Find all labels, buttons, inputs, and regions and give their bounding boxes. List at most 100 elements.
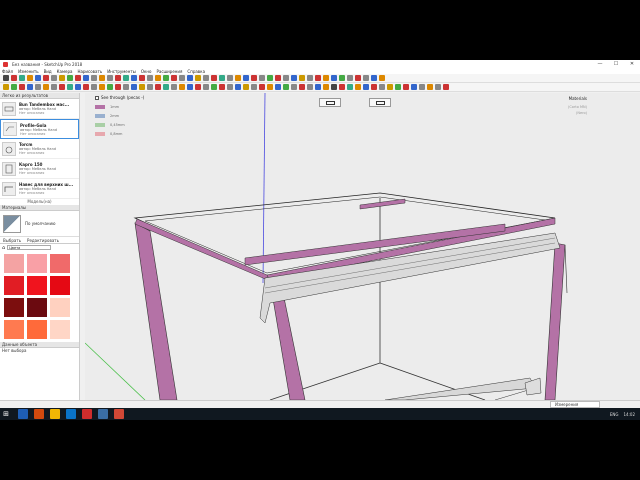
toolbar-tool-icon[interactable] <box>123 75 129 81</box>
toolbar-tool-icon[interactable] <box>187 75 193 81</box>
toolbar-tool-icon[interactable] <box>307 75 313 81</box>
toolbar-tool-icon[interactable] <box>371 84 377 90</box>
menu-edit[interactable]: Изменить <box>18 69 39 74</box>
toolbar-tool-icon[interactable] <box>267 75 273 81</box>
toolbar-tool-icon[interactable] <box>59 75 65 81</box>
toolbar-tool-icon[interactable] <box>355 84 361 90</box>
toolbar-tool-icon[interactable] <box>259 75 265 81</box>
toolbar-tool-icon[interactable] <box>387 84 393 90</box>
toolbar-tool-icon[interactable] <box>131 75 137 81</box>
taskbar-app-icon[interactable] <box>66 409 76 419</box>
toolbar-tool-icon[interactable] <box>411 84 417 90</box>
toolbar-tool-icon[interactable] <box>235 75 241 81</box>
toolbar-tool-icon[interactable] <box>11 84 17 90</box>
color-swatch[interactable] <box>27 276 47 295</box>
toolbar-tool-icon[interactable] <box>243 84 249 90</box>
toolbar-tool-icon[interactable] <box>315 75 321 81</box>
toolbar-tool-icon[interactable] <box>267 84 273 90</box>
toolbar-tool-icon[interactable] <box>211 84 217 90</box>
toolbar-tool-icon[interactable] <box>35 75 41 81</box>
toolbar-tool-icon[interactable] <box>147 84 153 90</box>
toolbar-tool-icon[interactable] <box>275 75 281 81</box>
view-button-1[interactable] <box>319 98 341 107</box>
taskbar-app-icon[interactable] <box>34 409 44 419</box>
toolbar-tool-icon[interactable] <box>19 75 25 81</box>
toolbar-tool-icon[interactable] <box>283 75 289 81</box>
toolbar-tool-icon[interactable] <box>139 84 145 90</box>
color-swatch[interactable] <box>27 298 47 317</box>
measurements-box[interactable]: Измерения <box>550 401 600 408</box>
menu-window[interactable]: Окно <box>141 69 152 74</box>
color-swatch[interactable] <box>4 276 24 295</box>
toolbar-tool-icon[interactable] <box>275 84 281 90</box>
toolbar-tool-icon[interactable] <box>75 84 81 90</box>
color-swatch[interactable] <box>50 298 70 317</box>
toolbar-tool-icon[interactable] <box>155 75 161 81</box>
toolbar-tool-icon[interactable] <box>427 84 433 90</box>
toolbar-tool-icon[interactable] <box>51 75 57 81</box>
toolbar-tool-icon[interactable] <box>171 84 177 90</box>
component-item[interactable]: Карго 150 автор: Мебель Hand Нет описани… <box>0 159 79 179</box>
toolbar-tool-icon[interactable] <box>67 75 73 81</box>
toolbar-tool-icon[interactable] <box>35 84 41 90</box>
toolbar-tool-icon[interactable] <box>27 84 33 90</box>
toolbar-tool-icon[interactable] <box>131 84 137 90</box>
minimize-button[interactable]: — <box>592 61 608 67</box>
toolbar-tool-icon[interactable] <box>419 84 425 90</box>
toolbar-tool-icon[interactable] <box>235 84 241 90</box>
toolbar-tool-icon[interactable] <box>243 75 249 81</box>
toolbar-tool-icon[interactable] <box>259 84 265 90</box>
toolbar-tool-icon[interactable] <box>219 84 225 90</box>
taskbar-app-icon[interactable] <box>50 409 60 419</box>
color-swatch[interactable] <box>50 254 70 273</box>
toolbar-tool-icon[interactable] <box>403 84 409 90</box>
toolbar-tool-icon[interactable] <box>347 84 353 90</box>
see-through-checkbox[interactable] <box>95 95 99 100</box>
toolbar-tool-icon[interactable] <box>195 84 201 90</box>
toolbar-tool-icon[interactable] <box>299 84 305 90</box>
toolbar-tool-icon[interactable] <box>75 75 81 81</box>
taskbar-app-icon[interactable] <box>98 409 108 419</box>
toolbar-tool-icon[interactable] <box>163 84 169 90</box>
toolbar-tool-icon[interactable] <box>307 84 313 90</box>
toolbar-tool-icon[interactable] <box>227 84 233 90</box>
toolbar-tool-icon[interactable] <box>283 84 289 90</box>
toolbar-tool-icon[interactable] <box>435 84 441 90</box>
toolbar-tool-icon[interactable] <box>339 75 345 81</box>
windows-start-icon[interactable]: ⊞ <box>0 408 12 420</box>
toolbar-tool-icon[interactable] <box>155 84 161 90</box>
component-item[interactable]: Bun Tandembox мас... автор: Мебель Hand … <box>0 99 79 119</box>
toolbar-tool-icon[interactable] <box>347 75 353 81</box>
toolbar-tool-icon[interactable] <box>331 75 337 81</box>
toolbar-tool-icon[interactable] <box>115 84 121 90</box>
toolbar-tool-icon[interactable] <box>83 75 89 81</box>
toolbar-tool-icon[interactable] <box>363 75 369 81</box>
menu-draw[interactable]: Нарисовать <box>77 69 102 74</box>
toolbar-tool-icon[interactable] <box>171 75 177 81</box>
toolbar-tool-icon[interactable] <box>211 75 217 81</box>
toolbar-tool-icon[interactable] <box>355 75 361 81</box>
toolbar-tool-icon[interactable] <box>363 84 369 90</box>
model-drawing[interactable] <box>85 93 592 400</box>
toolbar-tool-icon[interactable] <box>179 84 185 90</box>
menu-extensions[interactable]: Расширения <box>156 69 182 74</box>
home-icon[interactable]: ⌂ <box>2 245 5 251</box>
language-indicator[interactable]: ENG <box>610 412 619 417</box>
toolbar-tool-icon[interactable] <box>147 75 153 81</box>
menu-file[interactable]: Файл <box>2 69 13 74</box>
toolbar-tool-icon[interactable] <box>107 75 113 81</box>
taskbar-app-icon[interactable] <box>114 409 124 419</box>
toolbar-tool-icon[interactable] <box>315 84 321 90</box>
toolbar-tool-icon[interactable] <box>443 84 449 90</box>
toolbar-tool-icon[interactable] <box>299 75 305 81</box>
color-swatch[interactable] <box>50 320 70 339</box>
toolbar-tool-icon[interactable] <box>43 84 49 90</box>
library-dropdown[interactable]: Цвета <box>7 245 52 250</box>
toolbar-tool-icon[interactable] <box>3 75 9 81</box>
toolbar-tool-icon[interactable] <box>11 75 17 81</box>
toolbar-tool-icon[interactable] <box>291 75 297 81</box>
color-swatch[interactable] <box>27 320 47 339</box>
toolbar-tool-icon[interactable] <box>219 75 225 81</box>
toolbar-tool-icon[interactable] <box>123 84 129 90</box>
menu-help[interactable]: Справка <box>187 69 205 74</box>
